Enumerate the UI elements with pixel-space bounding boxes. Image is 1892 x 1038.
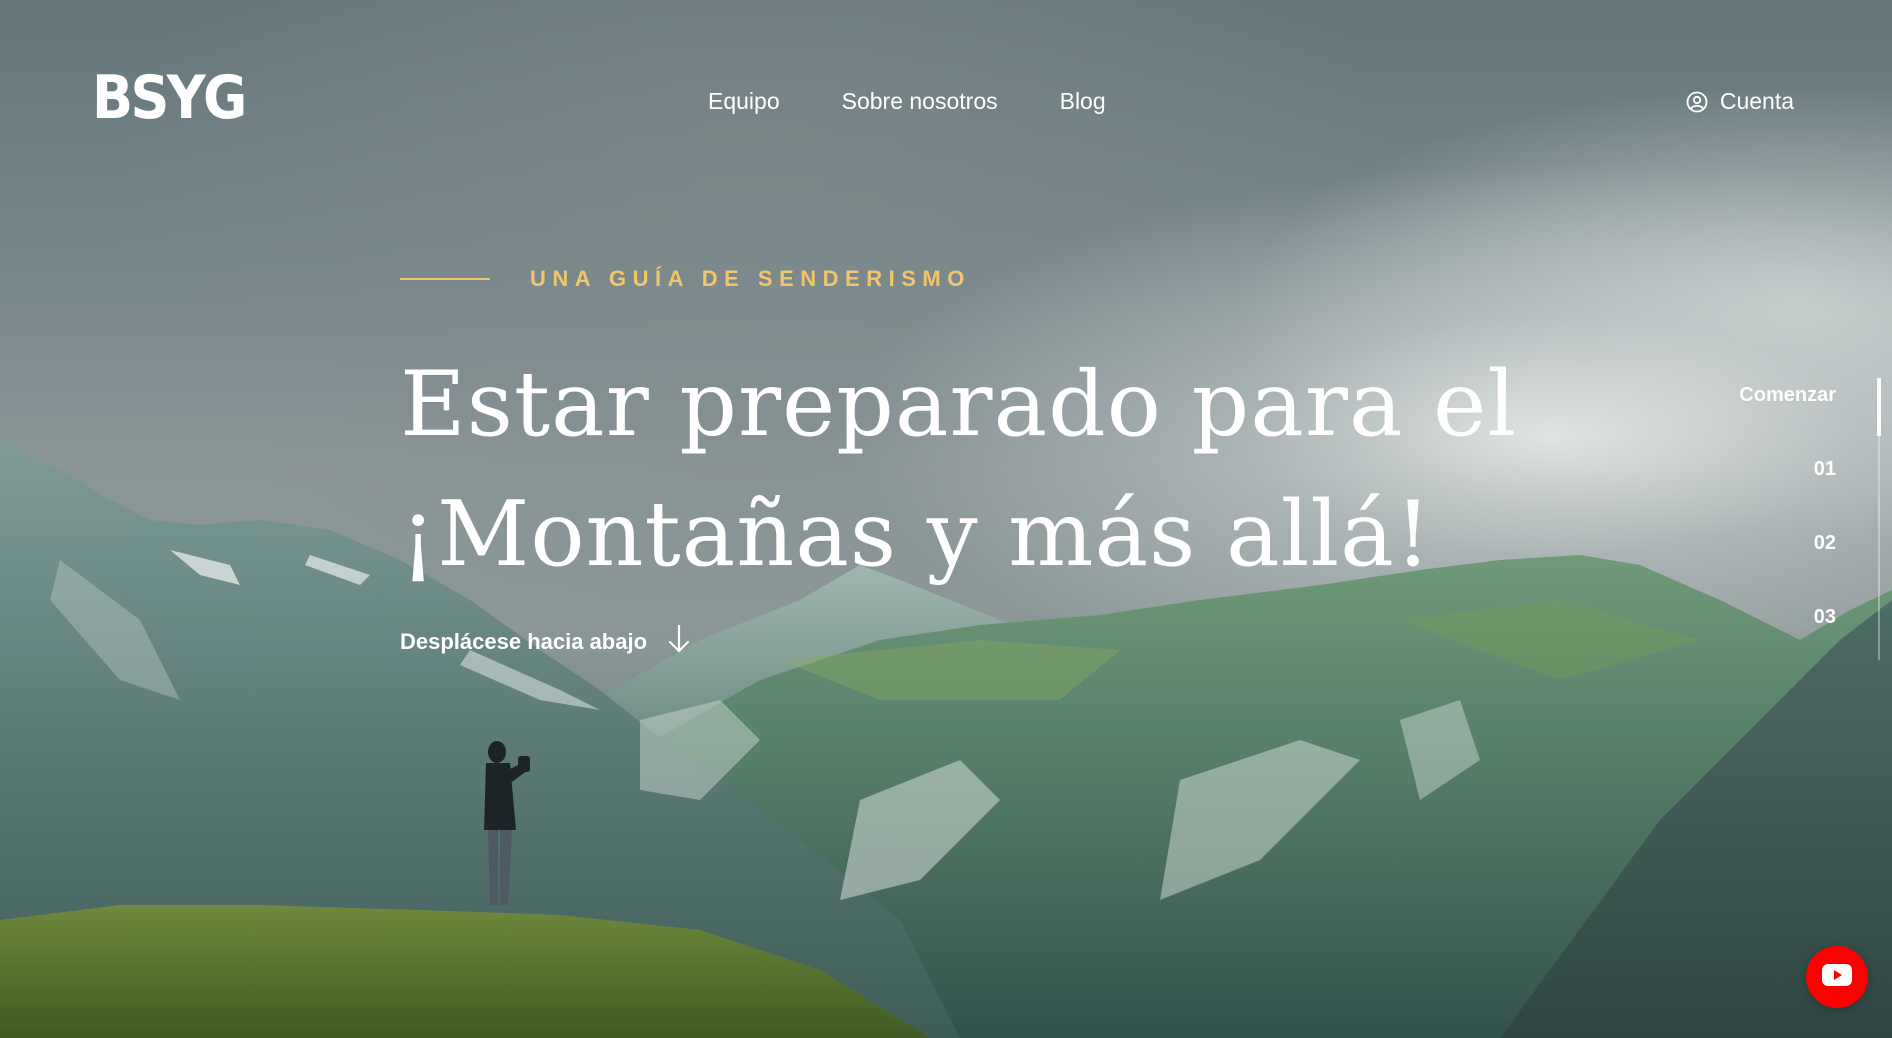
headline-line-2: ¡Montañas y más allá! [400, 482, 1433, 587]
pager-item-02[interactable]: 02 [1739, 528, 1836, 602]
eyebrow-text: UNA GUÍA DE SENDERISMO [530, 266, 971, 291]
section-pager: Comenzar 01 02 03 [1739, 380, 1836, 676]
pager-item-01[interactable]: 01 [1739, 454, 1836, 528]
youtube-icon [1822, 963, 1852, 991]
pager-item-03[interactable]: 03 [1739, 602, 1836, 676]
scroll-label: Desplácese hacia abajo [400, 629, 648, 654]
hero-section: BSYG Equipo Sobre nosotros Blog Cuenta U… [0, 0, 1892, 1038]
eyebrow-divider [400, 278, 490, 280]
pager-active-indicator [1877, 378, 1881, 436]
arrow-down-icon [667, 624, 691, 660]
nav-item-blog[interactable]: Blog [1060, 88, 1106, 115]
user-circle-icon [1686, 91, 1708, 113]
account-link[interactable]: Cuenta [1686, 88, 1794, 115]
nav-item-equipo[interactable]: Equipo [708, 88, 780, 115]
scroll-down-link[interactable]: Desplácese hacia abajo [400, 624, 691, 660]
account-label: Cuenta [1719, 88, 1794, 114]
youtube-button[interactable] [1806, 946, 1868, 1008]
pager-item-comenzar[interactable]: Comenzar [1739, 380, 1836, 454]
main-nav: Equipo Sobre nosotros Blog [708, 88, 1106, 115]
headline-line-1: Estar preparado para el [400, 352, 1518, 457]
nav-item-sobre-nosotros[interactable]: Sobre nosotros [842, 88, 998, 115]
hero-headline: Estar preparado para el ¡Montañas y más … [400, 340, 1517, 600]
hero-eyebrow: UNA GUÍA DE SENDERISMO [400, 266, 971, 292]
brand-logo[interactable]: BSYG [92, 68, 247, 128]
